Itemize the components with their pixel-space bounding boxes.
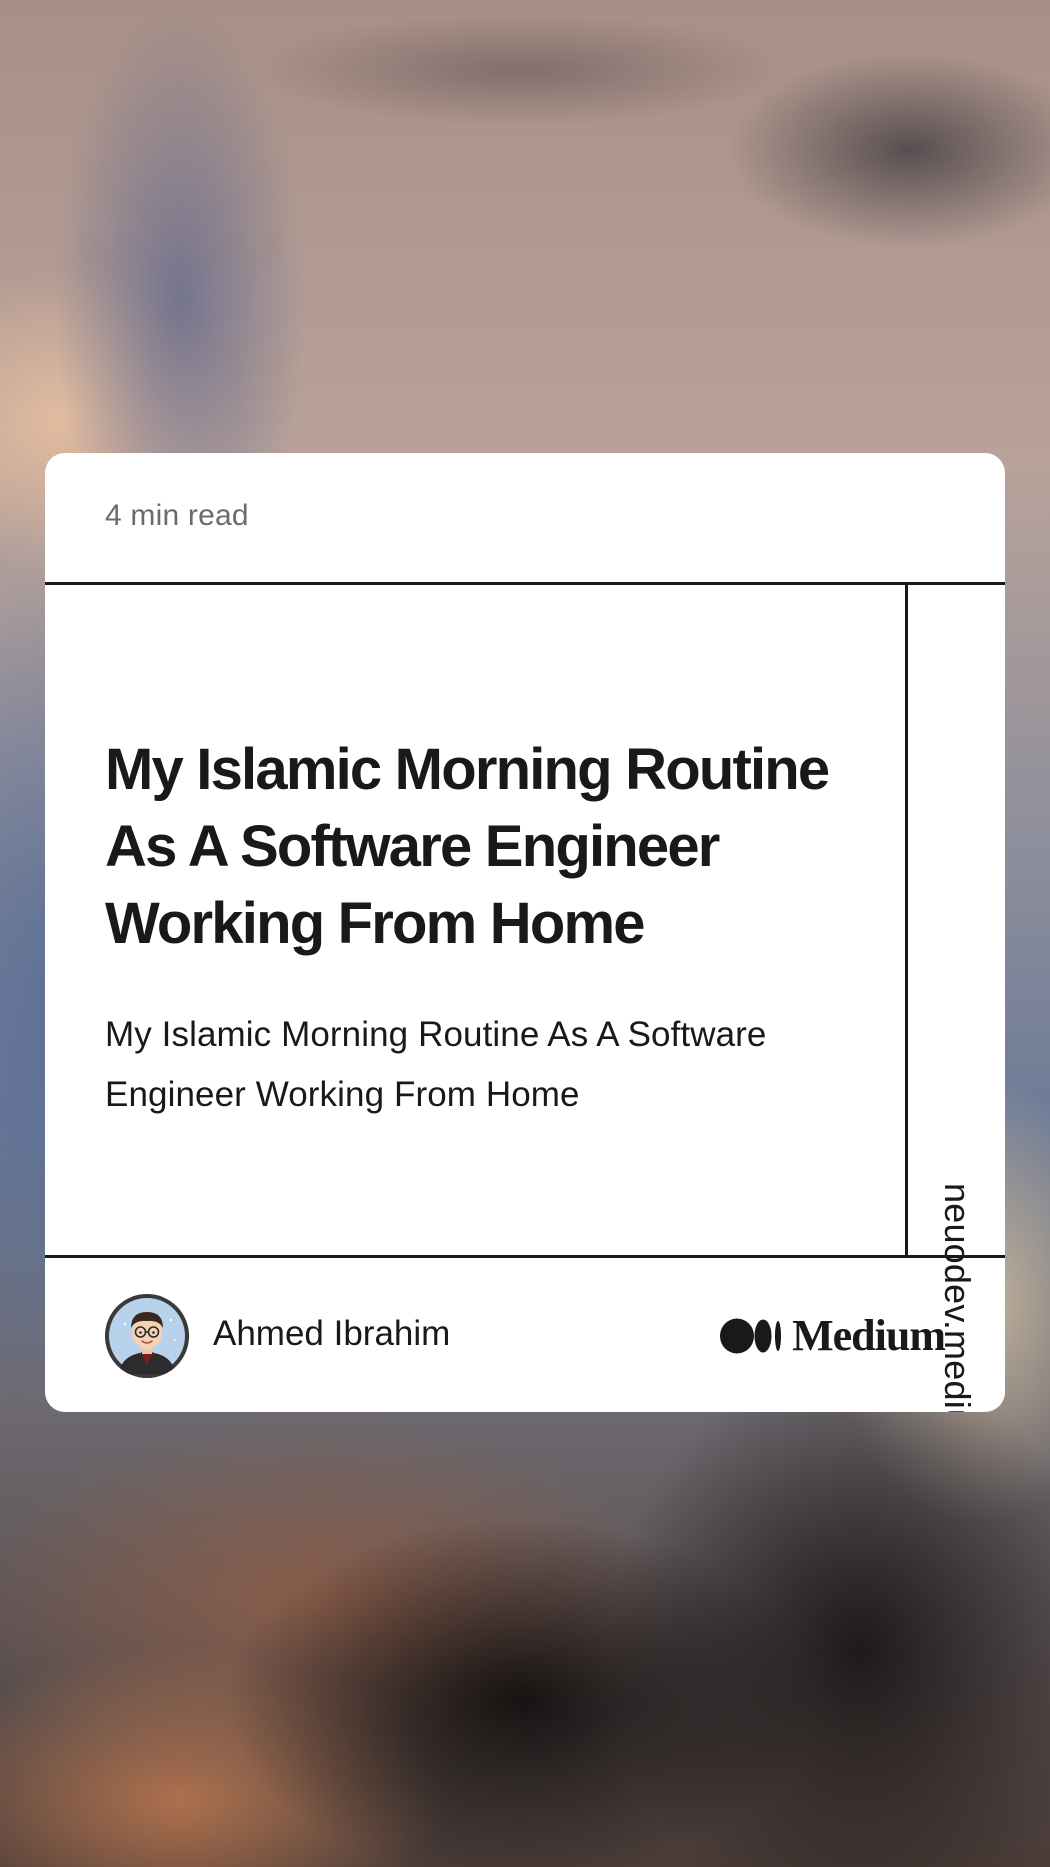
medium-brand[interactable]: Medium xyxy=(720,1311,946,1360)
medium-logo-icon xyxy=(720,1318,782,1354)
avatar-illustration-icon xyxy=(105,1294,189,1378)
vertical-divider xyxy=(905,585,908,1255)
author-avatar[interactable] xyxy=(105,1294,189,1378)
card-header: 4 min read xyxy=(45,453,1005,585)
story-card[interactable]: 4 min read My Islamic Morning Routine As… xyxy=(45,453,1005,1412)
card-body: My Islamic Morning Routine As A Software… xyxy=(45,585,1005,1255)
card-footer: Ahmed Ibrahim Medium xyxy=(45,1255,1005,1412)
medium-wordmark: Medium xyxy=(792,1311,946,1360)
story-content: My Islamic Morning Routine As A Software… xyxy=(105,585,895,1255)
read-time: 4 min read xyxy=(105,499,249,532)
story-subtitle: My Islamic Morning Routine As A Software… xyxy=(105,1015,767,1114)
author-name[interactable]: Ahmed Ibrahim xyxy=(213,1314,450,1354)
story-title[interactable]: My Islamic Morning Routine As A Software… xyxy=(105,731,895,962)
